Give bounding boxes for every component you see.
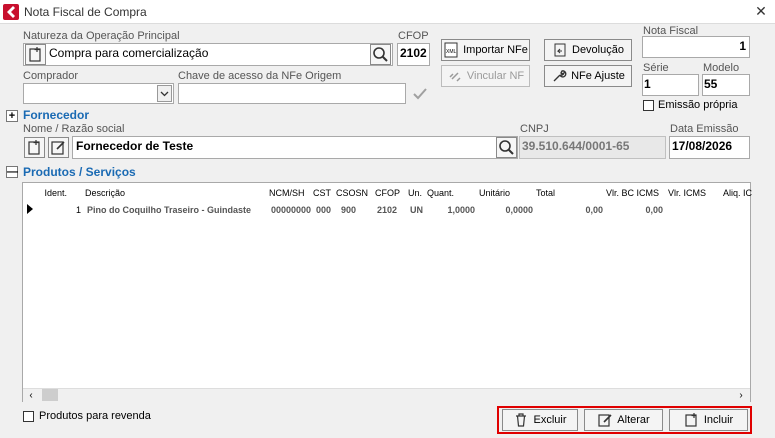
cell-quant: 1,0000 (447, 205, 475, 215)
incluir-button[interactable]: Incluir (669, 409, 748, 431)
link-icon (449, 72, 461, 82)
scroll-left-icon[interactable]: ‹ (25, 390, 37, 401)
chave-input[interactable] (178, 83, 406, 104)
chevron-down-icon (160, 91, 169, 97)
close-icon[interactable]: ✕ (753, 3, 769, 19)
scroll-thumb[interactable] (42, 389, 58, 401)
new-natureza-button[interactable] (25, 44, 46, 65)
comprador-label: Comprador (23, 70, 79, 82)
cell-un: UN (410, 205, 423, 215)
data-emissao-value: 17/08/2026 (672, 139, 733, 153)
col-header-csosn: CSOSN (336, 188, 369, 198)
serie-label: Série (643, 62, 669, 74)
fornecedor-expand-toggle[interactable]: + (6, 110, 18, 122)
check-icon (413, 88, 427, 100)
nota-value: 1 (739, 39, 746, 53)
chave-label: Chave de acesso da NFe Origem (178, 70, 342, 82)
col-header-ident: Ident. (44, 188, 67, 198)
alterar-label: Alterar (617, 414, 650, 426)
col-header-total: Total (536, 188, 556, 198)
confirm-chave-button[interactable] (409, 84, 431, 104)
col-header-unitario: Unitário (479, 188, 511, 198)
new-fornecedor-button[interactable] (24, 137, 45, 158)
col-header-aliq-icms: Aliq. IC (723, 188, 753, 198)
emissao-propria-label: Emissão própria (658, 99, 738, 111)
return-doc-icon (554, 43, 566, 57)
cfop-value: 2102 (400, 46, 427, 60)
scroll-right-icon[interactable]: › (735, 390, 747, 401)
comprador-select[interactable] (23, 83, 174, 104)
col-header-quant: Quant. (427, 188, 455, 198)
emissao-propria-checkbox[interactable] (643, 100, 654, 111)
cell-cfop: 2102 (377, 205, 398, 215)
natureza-value: Compra para comercialização (49, 46, 209, 60)
devolucao-label: Devolução (572, 44, 624, 56)
excluir-label: Excluir (533, 414, 567, 426)
col-header-vlr-icms: Vlr. ICMS (668, 188, 707, 198)
edit-icon (598, 414, 612, 427)
fornecedor-nome-value: Fornecedor de Teste (76, 139, 194, 153)
new-doc-icon (685, 413, 697, 427)
produtos-collapse-toggle[interactable]: — (6, 166, 18, 178)
edit-icon (51, 141, 65, 155)
table-row[interactable]: 1 Pino do Coquilho Traseiro - Guindaste … (25, 201, 750, 217)
vincular-nf-button[interactable]: Vincular NF (441, 65, 530, 87)
search-fornecedor-button[interactable] (496, 137, 517, 158)
new-doc-icon (29, 47, 41, 62)
comprador-dropdown-button[interactable] (157, 85, 172, 102)
alterar-button[interactable]: Alterar (584, 409, 663, 431)
grid-horizontal-scrollbar[interactable] (23, 388, 750, 402)
produtos-revenda-label: Produtos para revenda (39, 410, 151, 422)
search-icon (499, 140, 514, 155)
cnpj-label: CNPJ (520, 123, 549, 135)
fornecedor-section-title: Fornecedor (23, 108, 90, 122)
app-logo-icon (3, 4, 19, 20)
nfe-ajuste-label: NFe Ajuste (571, 70, 625, 82)
excluir-button[interactable]: Excluir (502, 409, 578, 431)
xml-file-icon: XML (444, 42, 458, 58)
cell-vlr-bc-icms: 0,00 (645, 205, 663, 215)
cell-ncm: 00000000 (271, 205, 312, 215)
natureza-label: Natureza da Operação Principal (23, 30, 180, 42)
search-natureza-button[interactable] (370, 44, 391, 65)
data-emissao-label: Data Emissão (670, 123, 739, 135)
importar-nfe-button[interactable]: XML Importar NFe (441, 39, 530, 61)
vincular-nf-label: Vincular NF (466, 70, 525, 82)
incluir-label: Incluir (703, 414, 734, 426)
cfop-label: CFOP (398, 30, 429, 42)
col-header-un: Un. (408, 188, 423, 198)
col-header-cst: CST (313, 188, 331, 198)
cell-total: 0,00 (585, 205, 603, 215)
col-header-cfop: CFOP (375, 188, 401, 198)
col-header-vlr-bc-icms: Vlr. BC ICMS (606, 188, 660, 198)
col-header-ncm: NCM/SH (269, 188, 305, 198)
produtos-revenda-checkbox[interactable] (23, 411, 34, 422)
search-icon (373, 47, 388, 62)
new-doc-icon (28, 140, 40, 155)
svg-text:XML: XML (446, 49, 457, 55)
devolucao-button[interactable]: Devolução (544, 39, 632, 61)
cell-cst: 000 (316, 205, 332, 215)
serie-value: 1 (644, 77, 651, 91)
modelo-value: 55 (704, 77, 718, 91)
nfe-ajuste-button[interactable]: NFe Ajuste (544, 65, 632, 87)
fornecedor-nome-label: Nome / Razão social (23, 123, 125, 135)
window-title: Nota Fiscal de Compra (24, 5, 147, 19)
produtos-grid[interactable]: Ident. Descrição NCM/SH CST CSOSN CFOP U… (22, 182, 753, 402)
wrench-icon (553, 70, 567, 82)
cnpj-value: 39.510.644/0001-65 (522, 139, 630, 153)
importar-nfe-label: Importar NFe (463, 44, 528, 56)
cell-descricao: Pino do Coquilho Traseiro - Guindaste (87, 205, 252, 215)
cell-ident: 1 (75, 205, 81, 215)
trash-icon (516, 413, 527, 427)
col-header-descricao: Descrição (85, 188, 126, 198)
edit-fornecedor-button[interactable] (48, 137, 69, 158)
cell-unitario: 0,0000 (505, 205, 533, 215)
produtos-section-title: Produtos / Serviços (23, 165, 136, 179)
modelo-label: Modelo (703, 62, 740, 74)
cell-csosn: 900 (341, 205, 357, 215)
